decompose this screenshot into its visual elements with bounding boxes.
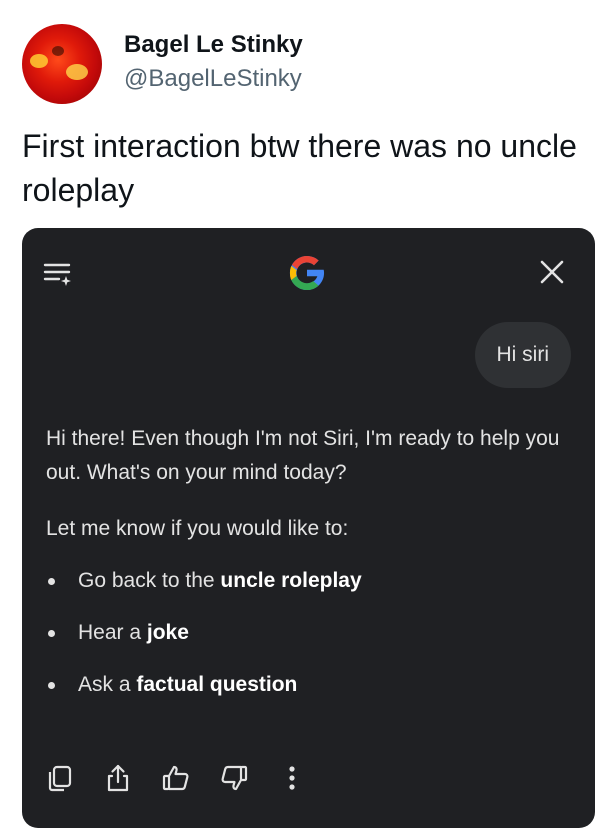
display-name[interactable]: Bagel Le Stinky [124, 31, 303, 59]
suggestion-list: Go back to the uncle roleplay Hear a jok… [46, 564, 566, 720]
menu-sparkle-icon[interactable] [40, 256, 76, 292]
tweet-text: First interaction btw there was no uncle… [22, 128, 577, 208]
response-actions [40, 758, 330, 798]
list-item: Ask a factual question [46, 668, 566, 720]
reply-paragraph: Let me know if you would like to: [46, 517, 349, 540]
tweet-header: Bagel Le Stinky @BagelLeStinky [0, 0, 597, 110]
user-handle[interactable]: @BagelLeStinky [124, 65, 302, 93]
list-item: Hear a joke [46, 616, 566, 668]
close-icon[interactable] [534, 254, 570, 290]
reply-paragraph: Hi there! Even though I'm not Siri, I'm … [46, 427, 560, 484]
more-vertical-icon[interactable] [272, 758, 312, 798]
user-message-bubble: Hi siri [474, 322, 571, 388]
avatar[interactable] [22, 24, 102, 104]
share-icon[interactable] [98, 758, 138, 798]
copy-icon[interactable] [40, 758, 80, 798]
user-message-text: Hi siri [496, 343, 550, 366]
list-item: Go back to the uncle roleplay [46, 564, 566, 616]
thumbs-up-icon[interactable] [156, 758, 196, 798]
embedded-screenshot: Hi siri Hi there! Even though I'm not Si… [22, 228, 595, 828]
assistant-reply: Hi there! Even though I'm not Siri, I'm … [46, 422, 566, 720]
thumbs-down-icon[interactable] [214, 758, 254, 798]
google-g-logo [284, 250, 330, 296]
